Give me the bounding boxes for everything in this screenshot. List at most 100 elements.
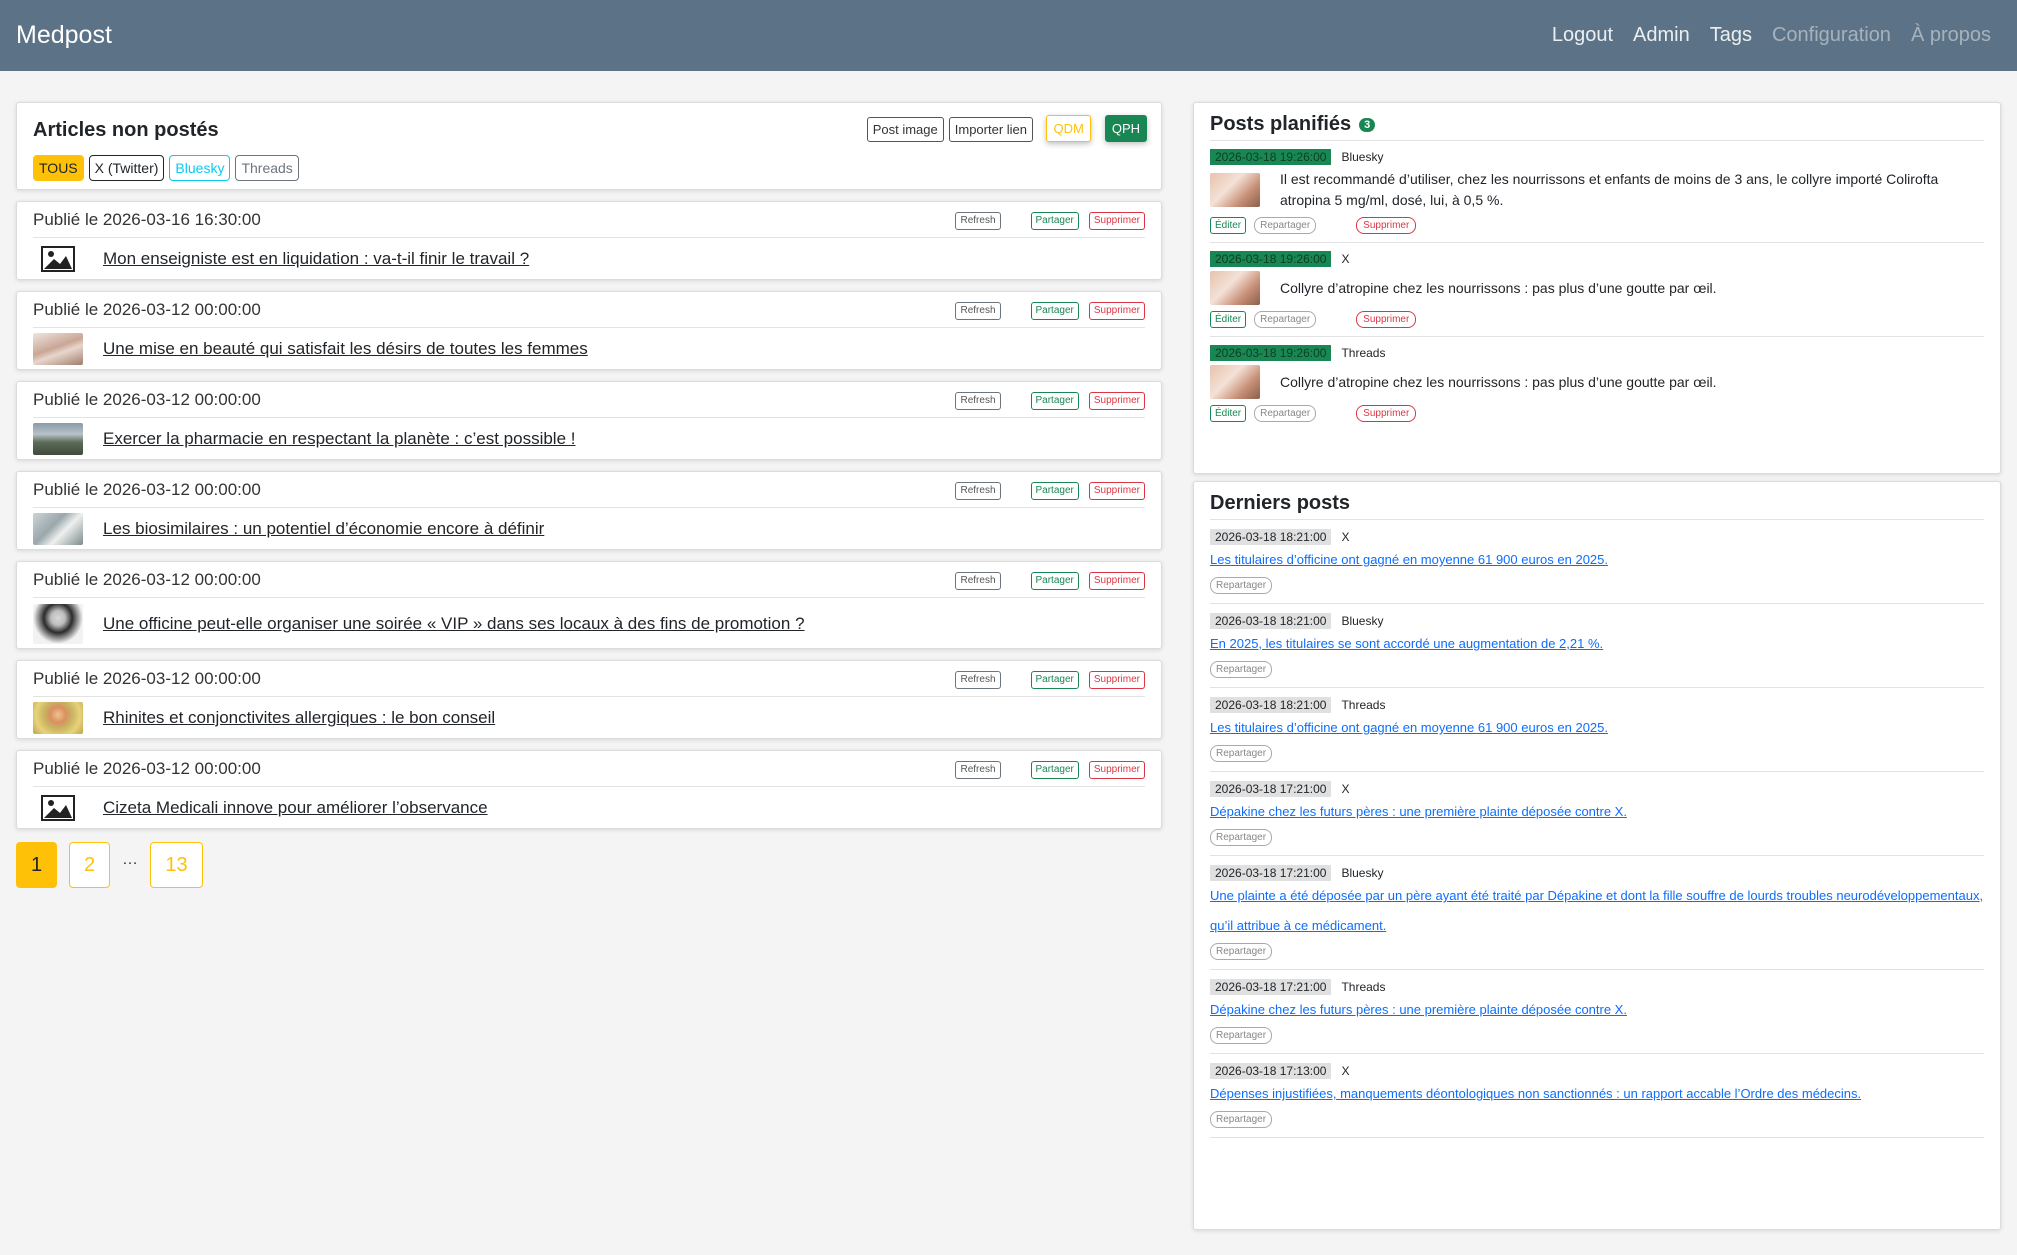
- refresh-button[interactable]: Refresh: [955, 392, 1001, 410]
- network-label: Bluesky: [1341, 866, 1384, 880]
- pagination: 1 2 … 13: [16, 842, 1162, 888]
- article-thumbnail: [33, 603, 83, 644]
- article-title-link[interactable]: Exercer la pharmacie en respectant la pl…: [103, 429, 575, 449]
- nav-about[interactable]: À propos: [1901, 24, 2001, 47]
- delete-button[interactable]: Supprimer: [1088, 302, 1145, 320]
- repost-button[interactable]: Repartager: [1210, 1111, 1273, 1128]
- repost-button[interactable]: Repartager: [1210, 577, 1273, 594]
- article-card: Publié le 2026-03-12 00:00:00 Refresh Pa…: [16, 750, 1162, 829]
- filter-all[interactable]: TOUS: [33, 155, 84, 181]
- article-thumbnail: [33, 333, 83, 365]
- article-title-link[interactable]: Rhinites et conjonctivites allergiques :…: [103, 708, 495, 728]
- network-label: X: [1341, 252, 1350, 266]
- post-link[interactable]: Dépakine chez les futurs pères : une pre…: [1210, 995, 1984, 1025]
- filter-threads[interactable]: Threads: [235, 155, 299, 181]
- unposted-header: Articles non postés TOUS X (Twitter) Blu…: [16, 102, 1162, 190]
- post-image-button[interactable]: Post image: [866, 117, 944, 142]
- qph-button[interactable]: QPH: [1104, 115, 1147, 142]
- post-date: 2026-03-18 17:21:00: [1210, 781, 1332, 797]
- share-button[interactable]: Partager: [1030, 761, 1079, 779]
- edit-button[interactable]: Éditer: [1210, 405, 1247, 422]
- brand[interactable]: Medpost: [16, 21, 112, 50]
- repost-button[interactable]: Repartager: [1254, 217, 1317, 234]
- delete-button[interactable]: Supprimer: [1088, 212, 1145, 230]
- repost-button[interactable]: Repartager: [1210, 1027, 1273, 1044]
- article-card: Publié le 2026-03-12 00:00:00 Refresh Pa…: [16, 291, 1162, 370]
- delete-button[interactable]: Supprimer: [1356, 311, 1417, 328]
- article-title-link[interactable]: Une officine peut-elle organiser une soi…: [103, 614, 805, 634]
- article-title-link[interactable]: Une mise en beauté qui satisfait les dés…: [103, 339, 588, 359]
- delete-button[interactable]: Supprimer: [1088, 761, 1145, 779]
- share-button[interactable]: Partager: [1030, 302, 1079, 320]
- share-button[interactable]: Partager: [1030, 482, 1079, 500]
- repost-button[interactable]: Repartager: [1210, 745, 1273, 762]
- import-link-button[interactable]: Importer lien: [948, 117, 1033, 142]
- delete-button[interactable]: Supprimer: [1088, 671, 1145, 689]
- repost-button[interactable]: Repartager: [1210, 661, 1273, 678]
- post-date: 2026-03-18 17:13:00: [1210, 1063, 1332, 1079]
- recent-title: Derniers posts: [1210, 492, 1351, 514]
- unposted-panel: Articles non postés TOUS X (Twitter) Blu…: [16, 102, 1162, 888]
- post-link[interactable]: En 2025, les titulaires se sont accordé …: [1210, 629, 1984, 659]
- refresh-button[interactable]: Refresh: [955, 761, 1001, 779]
- delete-button[interactable]: Supprimer: [1356, 217, 1417, 234]
- filter-bluesky[interactable]: Bluesky: [169, 155, 231, 181]
- refresh-button[interactable]: Refresh: [955, 212, 1001, 230]
- post-link[interactable]: Dépakine chez les futurs pères : une pre…: [1210, 797, 1984, 827]
- repost-button[interactable]: Repartager: [1210, 943, 1273, 960]
- recent-posts-panel: Derniers posts 2026-03-18 18:21:00 X Les …: [1193, 481, 2001, 1230]
- delete-button[interactable]: Supprimer: [1088, 572, 1145, 590]
- network-label: Bluesky: [1341, 150, 1384, 164]
- delete-button[interactable]: Supprimer: [1088, 392, 1145, 410]
- post-date: 2026-03-18 18:21:00: [1210, 697, 1332, 713]
- repost-button[interactable]: Repartager: [1210, 829, 1273, 846]
- qdm-button[interactable]: QDM: [1046, 115, 1091, 142]
- post-link[interactable]: Une plainte a été déposée par un père ay…: [1210, 881, 1984, 941]
- post-link[interactable]: Dépenses injustifiées, manquements déont…: [1210, 1079, 1984, 1109]
- repost-button[interactable]: Repartager: [1254, 311, 1317, 328]
- nav-configuration[interactable]: Configuration: [1762, 24, 1901, 47]
- post-link[interactable]: Les titulaires d’officine ont gagné en m…: [1210, 545, 1984, 575]
- nav-admin[interactable]: Admin: [1623, 24, 1700, 47]
- post-date: 2026-03-18 17:21:00: [1210, 865, 1332, 881]
- article-title-link[interactable]: Mon enseigniste est en liquidation : va-…: [103, 249, 529, 269]
- page-2[interactable]: 2: [69, 842, 110, 888]
- page-ellipsis: …: [122, 851, 138, 868]
- nav-tags[interactable]: Tags: [1700, 24, 1762, 47]
- refresh-button[interactable]: Refresh: [955, 572, 1001, 590]
- refresh-button[interactable]: Refresh: [955, 302, 1001, 320]
- recent-item: 2026-03-18 17:21:00 Threads Dépakine chez…: [1210, 970, 1984, 1054]
- edit-button[interactable]: Éditer: [1210, 311, 1247, 328]
- share-button[interactable]: Partager: [1030, 572, 1079, 590]
- scheduled-date: 2026-03-18 19:26:00: [1210, 251, 1332, 267]
- scheduled-posts-panel: Posts planifiés 3 2026-03-18 19:26:00 Bl…: [1193, 102, 2001, 474]
- share-button[interactable]: Partager: [1030, 212, 1079, 230]
- scheduled-item: 2026-03-18 19:26:00 Threads Collyre d’at…: [1210, 337, 1984, 430]
- recent-item: 2026-03-18 17:21:00 Bluesky Une plainte a…: [1210, 856, 1984, 970]
- article-date: Publié le 2026-03-12 00:00:00: [33, 668, 261, 688]
- repost-button[interactable]: Repartager: [1254, 405, 1317, 422]
- refresh-button[interactable]: Refresh: [955, 671, 1001, 689]
- refresh-button[interactable]: Refresh: [955, 482, 1001, 500]
- post-thumbnail: [1210, 173, 1260, 207]
- delete-button[interactable]: Supprimer: [1088, 482, 1145, 500]
- post-date: 2026-03-18 18:21:00: [1210, 613, 1332, 629]
- page-1[interactable]: 1: [16, 842, 57, 888]
- post-thumbnail: [1210, 365, 1260, 399]
- scheduled-item: 2026-03-18 19:26:00 Bluesky Il est recom…: [1210, 141, 1984, 243]
- delete-button[interactable]: Supprimer: [1356, 405, 1417, 422]
- article-title-link[interactable]: Cizeta Medicali innove pour améliorer l’…: [103, 798, 488, 818]
- edit-button[interactable]: Éditer: [1210, 217, 1247, 234]
- article-card: Publié le 2026-03-12 00:00:00 Refresh Pa…: [16, 381, 1162, 460]
- share-button[interactable]: Partager: [1030, 671, 1079, 689]
- article-title-link[interactable]: Les biosimilaires : un potentiel d’écono…: [103, 519, 544, 539]
- network-label: X: [1341, 1064, 1350, 1078]
- filter-x[interactable]: X (Twitter): [88, 155, 165, 181]
- network-label: X: [1341, 782, 1350, 796]
- page-13[interactable]: 13: [150, 842, 203, 888]
- article-thumbnail: [33, 423, 83, 455]
- post-link[interactable]: Les titulaires d’officine ont gagné en m…: [1210, 713, 1984, 743]
- share-button[interactable]: Partager: [1030, 392, 1079, 410]
- nav-logout[interactable]: Logout: [1542, 24, 1623, 47]
- scheduled-title: Posts planifiés: [1210, 113, 1352, 135]
